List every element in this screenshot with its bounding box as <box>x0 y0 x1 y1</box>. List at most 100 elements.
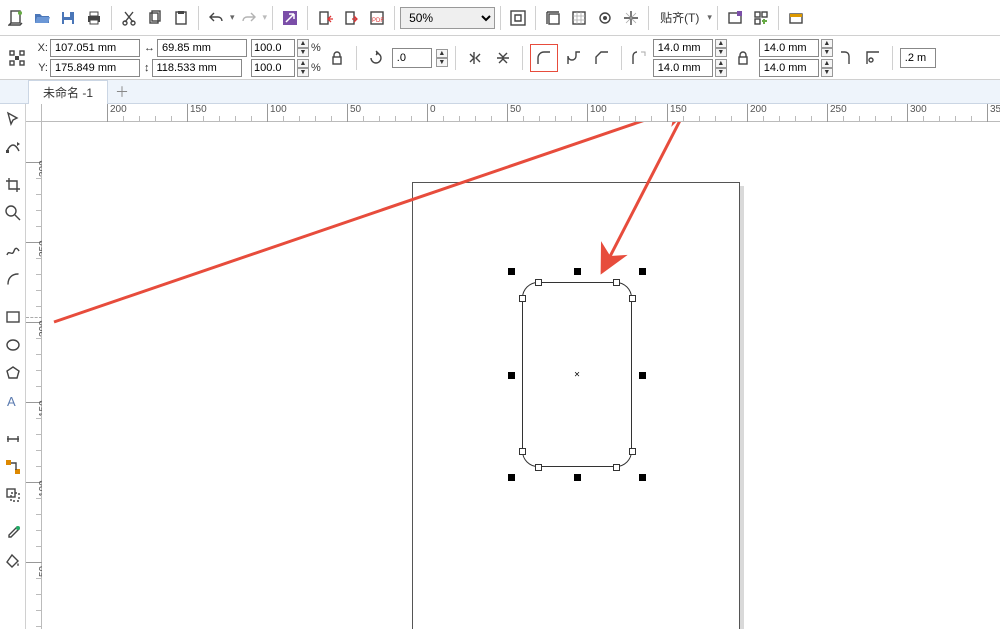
pick-tool[interactable] <box>2 108 24 130</box>
polygon-tool[interactable] <box>2 362 24 384</box>
bl-down[interactable]: ▼ <box>715 68 727 77</box>
object-origin-button[interactable] <box>4 41 30 75</box>
canvas[interactable]: × <box>42 122 1000 629</box>
options-button[interactable] <box>723 6 747 30</box>
tr-down[interactable]: ▼ <box>821 48 833 57</box>
corner-node[interactable] <box>535 279 542 286</box>
ruler-v-tick: 300 <box>26 162 42 163</box>
new-tab-button[interactable]: ＋ <box>112 83 132 101</box>
corner-br-input[interactable] <box>759 59 819 77</box>
br-up[interactable]: ▲ <box>821 59 833 68</box>
cut-button[interactable] <box>117 6 141 30</box>
corner-node[interactable] <box>535 464 542 471</box>
corner-node[interactable] <box>519 448 526 455</box>
scale-x-input[interactable] <box>251 39 295 57</box>
selection-handle[interactable] <box>508 268 515 275</box>
lock-corners-button[interactable] <box>731 46 755 70</box>
selection-handle[interactable] <box>639 372 646 379</box>
zoom-select[interactable]: 50% <box>400 7 495 29</box>
outline-width-input[interactable] <box>900 48 936 68</box>
show-rulers-button[interactable] <box>541 6 565 30</box>
crop-tool[interactable] <box>2 174 24 196</box>
export-button[interactable] <box>339 6 363 30</box>
height-input[interactable] <box>152 59 242 77</box>
snap-menu[interactable]: 贴齐(T) <box>654 9 705 26</box>
br-down[interactable]: ▼ <box>821 68 833 77</box>
document-tab[interactable]: 未命名 -1 <box>28 80 108 104</box>
shape-tool[interactable] <box>2 136 24 158</box>
rectangle-tool[interactable] <box>2 306 24 328</box>
rotation-input[interactable] <box>392 48 432 68</box>
copy-button[interactable] <box>143 6 167 30</box>
corner-node[interactable] <box>613 464 620 471</box>
corner-tl-input[interactable] <box>653 39 713 57</box>
y-position-input[interactable] <box>50 59 140 77</box>
fullscreen-button[interactable] <box>506 6 530 30</box>
scallop-corner-button[interactable] <box>562 46 586 70</box>
show-grid-button[interactable] <box>567 6 591 30</box>
scale-x-up[interactable]: ▲ <box>297 39 309 48</box>
eyedropper-tool[interactable] <box>2 522 24 544</box>
import-button[interactable] <box>313 6 337 30</box>
paste-button[interactable] <box>169 6 193 30</box>
publish-pdf-button[interactable]: PDF <box>365 6 389 30</box>
tl-up[interactable]: ▲ <box>715 39 727 48</box>
ruler-origin[interactable] <box>26 104 42 122</box>
effects-tool[interactable] <box>2 484 24 506</box>
launch-button[interactable] <box>749 6 773 30</box>
selection-handle[interactable] <box>639 474 646 481</box>
search-content-button[interactable] <box>278 6 302 30</box>
x-label: X: <box>34 42 48 54</box>
selection-handle[interactable] <box>574 474 581 481</box>
selection-handle[interactable] <box>508 372 515 379</box>
redo-button[interactable] <box>237 6 261 30</box>
chamfer-corner-button[interactable] <box>590 46 614 70</box>
corner-node[interactable] <box>629 295 636 302</box>
save-button[interactable] <box>56 6 80 30</box>
selection-handle[interactable] <box>508 474 515 481</box>
zoom-tool[interactable] <box>2 202 24 224</box>
width-icon: ↔ <box>144 42 155 54</box>
dynamic-guides-button[interactable] <box>619 6 643 30</box>
app-button[interactable] <box>784 6 808 30</box>
corner-bl-input[interactable] <box>653 59 713 77</box>
selection-handle[interactable] <box>639 268 646 275</box>
corner-node[interactable] <box>613 279 620 286</box>
undo-button[interactable] <box>204 6 228 30</box>
tr-up[interactable]: ▲ <box>821 39 833 48</box>
freehand-tool[interactable] <box>2 240 24 262</box>
round-corner-button[interactable] <box>532 46 556 70</box>
fill-tool[interactable] <box>2 550 24 572</box>
new-doc-button[interactable] <box>4 6 28 30</box>
property-bar: X: Y: ↔ ↕ ▲▼ % ▲▼ % ▲▼ <box>0 36 1000 80</box>
scale-y-up[interactable]: ▲ <box>297 59 309 68</box>
scale-y-input[interactable] <box>251 59 295 77</box>
bl-up[interactable]: ▲ <box>715 59 727 68</box>
corner-node[interactable] <box>519 295 526 302</box>
ellipse-tool[interactable] <box>2 334 24 356</box>
x-position-input[interactable] <box>50 39 140 57</box>
scale-y-down[interactable]: ▼ <box>297 68 309 77</box>
mirror-v-button[interactable] <box>491 46 515 70</box>
open-button[interactable] <box>30 6 54 30</box>
text-tool[interactable]: A <box>2 390 24 412</box>
mirror-h-button[interactable] <box>463 46 487 70</box>
relative-corner-button[interactable] <box>861 46 885 70</box>
lock-ratio-button[interactable] <box>325 46 349 70</box>
connector-tool[interactable] <box>2 456 24 478</box>
artistic-media-tool[interactable] <box>2 268 24 290</box>
vertical-ruler[interactable]: 30025020015010050 <box>26 122 42 629</box>
show-guides-button[interactable] <box>593 6 617 30</box>
dimension-tool[interactable] <box>2 428 24 450</box>
rot-down[interactable]: ▼ <box>436 58 448 67</box>
selection-handle[interactable] <box>574 268 581 275</box>
print-button[interactable] <box>82 6 106 30</box>
scale-x-down[interactable]: ▼ <box>297 48 309 57</box>
width-input[interactable] <box>157 39 247 57</box>
tl-down[interactable]: ▼ <box>715 48 727 57</box>
corner-node[interactable] <box>629 448 636 455</box>
canvas-area[interactable]: 20015010050050100150200250300350 3002502… <box>26 104 1000 629</box>
horizontal-ruler[interactable]: 20015010050050100150200250300350 <box>42 104 1000 122</box>
corner-tr-input[interactable] <box>759 39 819 57</box>
rot-up[interactable]: ▲ <box>436 49 448 58</box>
